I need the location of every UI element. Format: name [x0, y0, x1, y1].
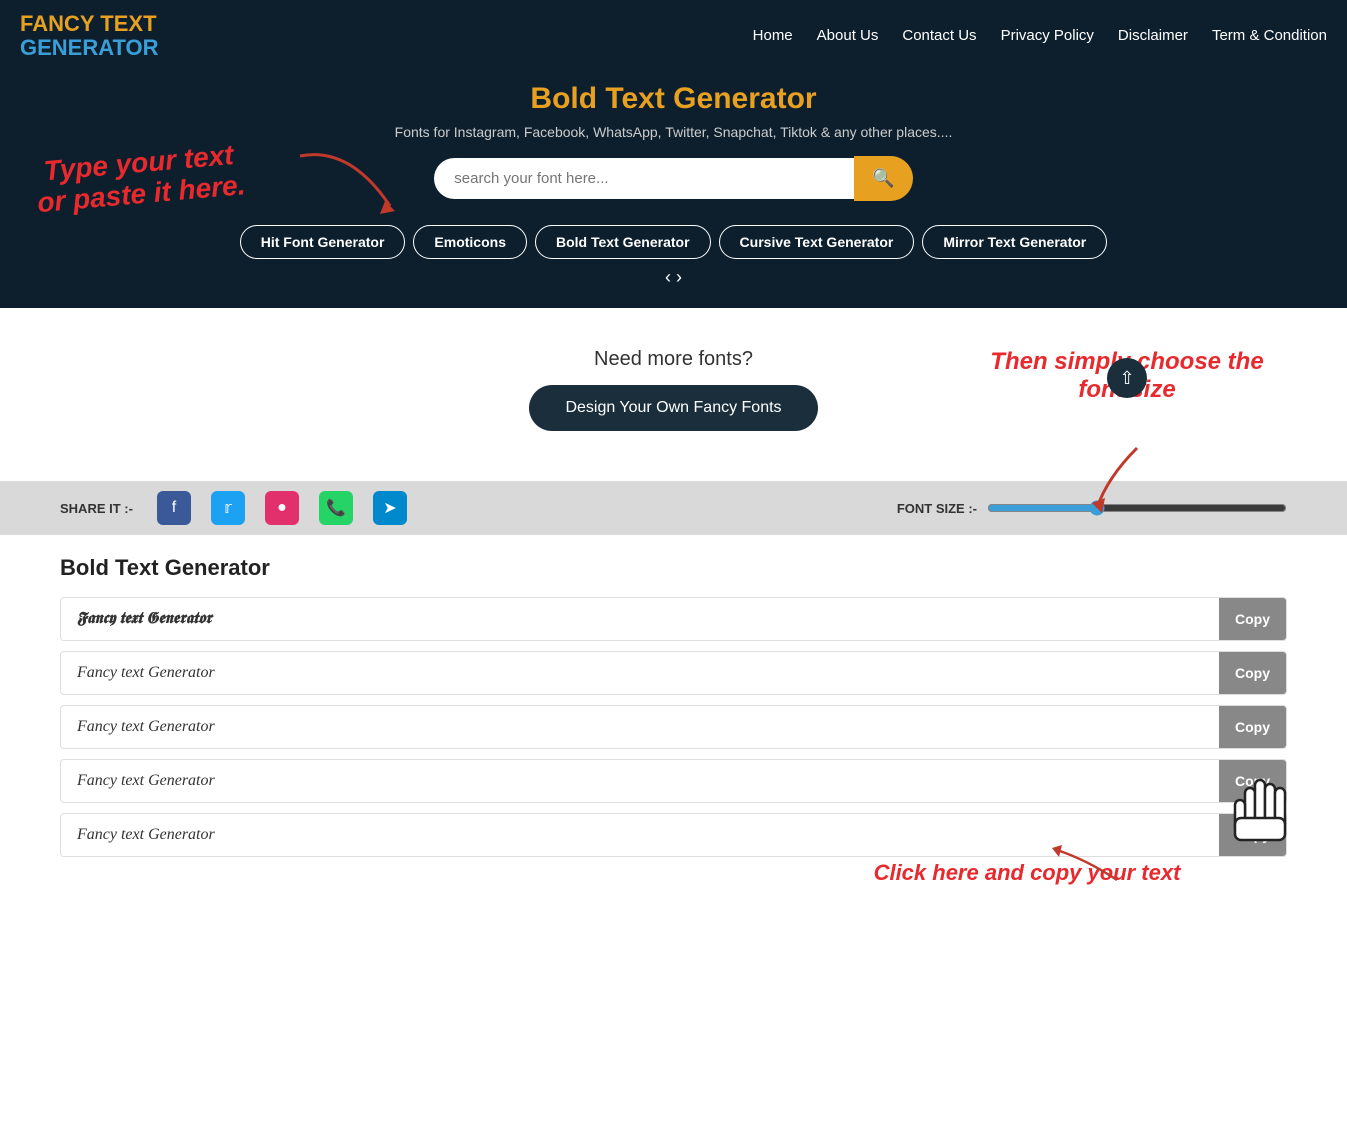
nav-terms[interactable]: Term & Condition: [1212, 27, 1327, 44]
tab-mirror-text[interactable]: Mirror Text Generator: [922, 225, 1107, 259]
nav-disclaimer[interactable]: Disclaimer: [1118, 27, 1188, 44]
arrow-icon: [290, 146, 410, 226]
copy-button-1[interactable]: Copy: [1219, 598, 1286, 640]
tab-hit-font[interactable]: Hit Font Generator: [240, 225, 406, 259]
tab-bold-text[interactable]: Bold Text Generator: [535, 225, 711, 259]
font-preview-2[interactable]: [61, 652, 1219, 694]
search-button[interactable]: 🔍: [854, 156, 912, 201]
copy-button-3[interactable]: Copy: [1219, 706, 1286, 748]
facebook-button[interactable]: f: [157, 491, 191, 525]
nav-home[interactable]: Home: [753, 27, 793, 44]
design-button[interactable]: Design Your Own Fancy Fonts: [529, 385, 817, 431]
nav-contact[interactable]: Contact Us: [902, 27, 976, 44]
logo-fancy: FANCY TEXT: [20, 11, 157, 36]
middle-section: Then simply choose the font size ⇧ Need …: [0, 308, 1347, 481]
logo: FANCY TEXT GENERATOR: [20, 12, 159, 60]
tab-emoticons[interactable]: Emoticons: [413, 225, 527, 259]
font-size-area: FONT SIZE :-: [427, 500, 1287, 516]
search-input[interactable]: [434, 158, 854, 199]
logo-generator: GENERATOR: [20, 35, 159, 60]
font-preview-3[interactable]: [61, 706, 1219, 748]
font-row: Copy: [60, 759, 1287, 803]
font-row: Copy: [60, 651, 1287, 695]
twitter-button[interactable]: 𝕣: [211, 491, 245, 525]
tab-arrows[interactable]: ‹ ›: [0, 267, 1347, 288]
nav-tabs: Hit Font Generator Emoticons Bold Text G…: [0, 225, 1347, 259]
font-size-slider[interactable]: [987, 500, 1287, 516]
type-hint: Type your text or paste it here.: [28, 139, 253, 220]
hero-subtitle: Fonts for Instagram, Facebook, WhatsApp,…: [0, 124, 1347, 140]
font-row: Copy: [60, 597, 1287, 641]
font-row: Copy: [60, 705, 1287, 749]
share-label: SHARE IT :-: [60, 501, 133, 516]
hero-section: FANCY TEXT GENERATOR Home About Us Conta…: [0, 0, 1347, 308]
nav-links: Home About Us Contact Us Privacy Policy …: [753, 27, 1327, 45]
font-preview-4[interactable]: [61, 760, 1219, 802]
section-title: Bold Text Generator: [60, 555, 1287, 581]
font-row: Copy: [60, 813, 1287, 857]
controls-bar: SHARE IT :- f 𝕣 ● 📞 ➤ FONT SIZE :-: [0, 481, 1347, 535]
copy-button-5[interactable]: Copy: [1219, 814, 1286, 856]
instagram-button[interactable]: ●: [265, 491, 299, 525]
nav-privacy[interactable]: Privacy Policy: [1001, 27, 1094, 44]
search-area: Type your text or paste it here. 🔍: [0, 156, 1347, 201]
tab-cursive-text[interactable]: Cursive Text Generator: [719, 225, 915, 259]
navbar: FANCY TEXT GENERATOR Home About Us Conta…: [0, 0, 1347, 72]
main-content: Bold Text Generator Copy Copy Copy Copy …: [0, 535, 1347, 907]
copy-button-2[interactable]: Copy: [1219, 652, 1286, 694]
font-preview-1[interactable]: [61, 598, 1219, 640]
font-size-label: FONT SIZE :-: [897, 501, 977, 516]
font-preview-5[interactable]: [61, 814, 1219, 856]
copy-button-4[interactable]: Copy: [1219, 760, 1286, 802]
hero-title: Bold Text Generator: [0, 82, 1347, 116]
telegram-button[interactable]: ➤: [373, 491, 407, 525]
nav-about[interactable]: About Us: [817, 27, 879, 44]
whatsapp-button[interactable]: 📞: [319, 491, 353, 525]
